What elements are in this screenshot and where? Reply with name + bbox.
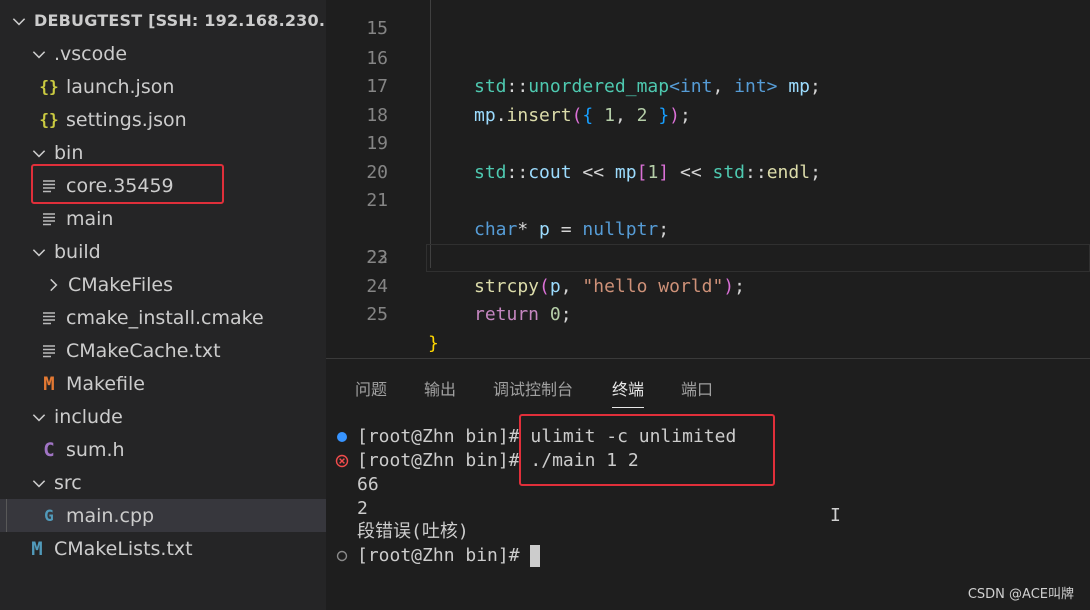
folder-vscode[interactable]: .vscode: [0, 37, 326, 70]
file-sum-h[interactable]: C sum.h: [0, 433, 326, 466]
terminal-cursor: [530, 545, 541, 567]
chevron-down-icon: [30, 144, 48, 162]
file-makefile[interactable]: M Makefile: [0, 367, 326, 400]
code-line: 15: [326, 0, 1090, 39]
code-editor[interactable]: 15 16 std::unordered_map<int, int> mp; 1…: [326, 0, 1090, 358]
watermark: CSDN @ACE叫牌: [967, 587, 1074, 602]
makefile-icon: M: [43, 372, 55, 395]
text-file-icon: [38, 343, 60, 359]
folder-label: .vscode: [54, 42, 128, 65]
chevron-down-icon: [30, 243, 48, 261]
file-cmakelists[interactable]: M CMakeLists.txt: [0, 532, 326, 565]
file-label: CMakeLists.txt: [54, 537, 193, 560]
tab-terminal[interactable]: 终端: [612, 376, 645, 408]
code-text: return 0;: [474, 304, 572, 325]
terminal-line: [root@Zhn bin]#: [357, 544, 541, 568]
chevron-right-icon: [44, 276, 62, 294]
terminal-prompt: [root@Zhn bin]#: [357, 450, 531, 471]
file-label: main.cpp: [66, 504, 155, 527]
file-label: main: [66, 207, 114, 230]
folder-cmakefiles[interactable]: CMakeFiles: [0, 268, 326, 301]
file-label: sum.h: [66, 438, 125, 461]
terminal-prompt: [root@Zhn bin]#: [357, 426, 531, 447]
chevron-down-icon: [10, 12, 28, 30]
explorer-root[interactable]: DEBUGTEST [SSH: 192.168.230.132]: [0, 4, 326, 37]
file-label: cmake_install.cmake: [66, 306, 264, 329]
folder-src[interactable]: src: [0, 466, 326, 499]
code-line: 23: [326, 216, 1090, 268]
text-cursor-icon: I: [830, 505, 841, 526]
cmake-file-icon: M: [31, 537, 43, 560]
panel-tabs: 问题 输出 调试控制台 终端 端口: [326, 359, 1090, 411]
code-line: 16 std::unordered_map<int, int> mp;: [326, 16, 1090, 98]
terminal-output: 66: [357, 474, 379, 495]
folder-build[interactable]: build: [0, 235, 326, 268]
folder-include[interactable]: include: [0, 400, 326, 433]
terminal-output: 2: [357, 498, 368, 519]
folder-label: include: [54, 405, 123, 428]
explorer-sidebar: DEBUGTEST [SSH: 192.168.230.132] .vscode…: [0, 0, 326, 610]
c-header-icon: C: [43, 438, 55, 461]
command-error-icon[interactable]: [335, 454, 349, 468]
file-main[interactable]: main: [0, 202, 326, 235]
file-label: launch.json: [66, 75, 175, 98]
tab-problems[interactable]: 问题: [355, 376, 387, 400]
terminal-prompt: [root@Zhn bin]#: [357, 545, 531, 566]
chevron-down-icon: [30, 45, 48, 63]
file-main-cpp[interactable]: G main.cpp: [0, 499, 326, 532]
highlight-box-commands: [519, 414, 775, 486]
tab-output[interactable]: 输出: [424, 376, 456, 400]
file-label: Makefile: [66, 372, 145, 395]
code-line: 17 mp.insert({ 1, 2 });: [326, 45, 1090, 126]
text-file-icon: [38, 310, 60, 326]
terminal-output: 段错误(吐核): [357, 521, 469, 542]
code-line-current: 22 strcpy(p, "hello world");: [326, 187, 1090, 297]
highlight-box-core-file: [31, 164, 224, 204]
code-line: 20: [326, 130, 1090, 183]
code-line: 19 std::cout << mp[1] << std::endl;: [326, 102, 1090, 183]
file-cmake-install[interactable]: cmake_install.cmake: [0, 301, 326, 334]
code-line: 21 char* p = nullptr;: [326, 159, 1090, 240]
explorer-root-title: DEBUGTEST [SSH: 192.168.230.132]: [34, 11, 326, 30]
folder-label: bin: [54, 141, 84, 164]
json-file-icon: {}: [39, 77, 59, 96]
cpp-file-icon: G: [44, 506, 54, 525]
folder-label: src: [54, 471, 82, 494]
chevron-down-icon: [30, 408, 48, 426]
text-file-icon: [38, 211, 60, 227]
json-file-icon: {}: [39, 110, 59, 129]
code-text: }: [428, 332, 439, 354]
code-line: 18: [326, 73, 1090, 126]
folder-label: build: [54, 240, 101, 263]
command-success-icon[interactable]: [335, 430, 349, 444]
tab-debug-console[interactable]: 调试控制台: [493, 376, 573, 400]
file-label: settings.json: [66, 108, 187, 131]
file-label: CMakeCache.txt: [66, 339, 221, 362]
chevron-down-icon: [30, 474, 48, 492]
file-launch-json[interactable]: {} launch.json: [0, 70, 326, 103]
code-line: 24 return 0;: [326, 244, 1090, 326]
file-cmakecache[interactable]: CMakeCache.txt: [0, 334, 326, 367]
line-number: 25: [366, 304, 388, 325]
code-line: 25 }: [326, 273, 1090, 354]
tab-ports[interactable]: 端口: [681, 376, 713, 400]
file-settings-json[interactable]: {} settings.json: [0, 103, 326, 136]
command-idle-icon: [336, 550, 348, 562]
folder-label: CMakeFiles: [68, 273, 174, 296]
